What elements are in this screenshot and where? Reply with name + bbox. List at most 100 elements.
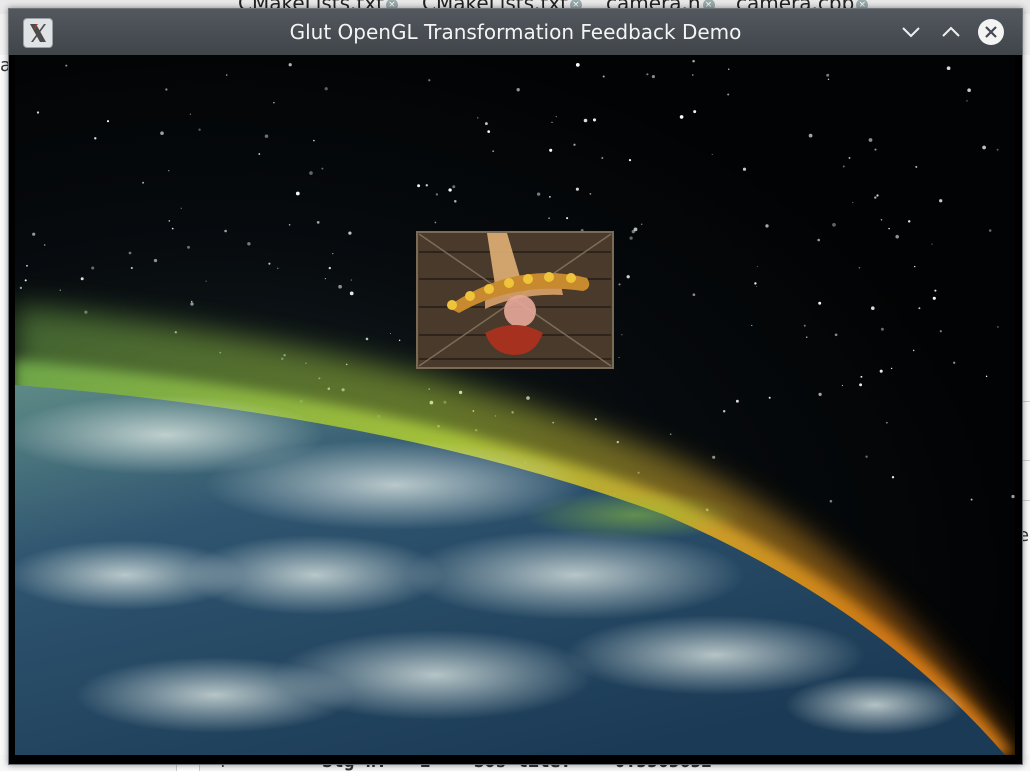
star <box>692 74 694 76</box>
star <box>912 349 915 352</box>
star <box>692 293 696 297</box>
star <box>907 220 911 223</box>
star <box>189 113 192 115</box>
star <box>91 266 95 270</box>
star <box>827 78 830 81</box>
star <box>918 307 921 310</box>
star <box>165 88 168 91</box>
star <box>756 266 758 267</box>
star <box>452 185 456 189</box>
opengl-viewport[interactable] <box>15 55 1015 755</box>
app-window[interactable]: Glut OpenGL Transformation Feedback Demo <box>8 8 1023 765</box>
star <box>842 165 845 168</box>
star <box>803 324 806 327</box>
star <box>575 63 580 67</box>
star <box>492 150 495 153</box>
star <box>549 196 551 198</box>
star <box>618 283 621 286</box>
star <box>735 399 739 403</box>
star <box>338 284 342 289</box>
star <box>434 221 437 224</box>
star <box>946 66 951 71</box>
star <box>94 137 97 140</box>
star <box>966 100 968 102</box>
star <box>180 207 182 209</box>
close-button[interactable] <box>976 17 1006 47</box>
star <box>258 153 261 155</box>
star <box>858 267 861 269</box>
star <box>205 280 207 282</box>
star <box>268 262 271 265</box>
window-title: Glut OpenGL Transformation Feedback Demo <box>289 20 742 44</box>
star <box>348 231 352 235</box>
star <box>516 88 520 92</box>
star <box>24 279 27 282</box>
star <box>628 159 632 162</box>
star <box>621 334 623 336</box>
star <box>880 327 884 331</box>
star <box>679 115 684 119</box>
star <box>313 139 315 142</box>
star <box>264 134 269 138</box>
star <box>888 227 890 230</box>
star <box>548 217 550 219</box>
window-titlebar[interactable]: Glut OpenGL Transformation Feedback Demo <box>9 9 1022 55</box>
textured-quad <box>416 231 614 369</box>
star <box>982 145 986 150</box>
star <box>841 384 843 387</box>
star <box>860 375 863 378</box>
star <box>316 221 320 224</box>
star <box>128 251 132 255</box>
star <box>876 194 879 197</box>
star <box>891 476 895 479</box>
minimize-button[interactable] <box>896 17 926 47</box>
star <box>592 118 597 122</box>
star <box>890 367 893 370</box>
star <box>765 224 769 228</box>
star <box>886 422 888 424</box>
star <box>768 396 771 399</box>
star <box>80 277 84 281</box>
star <box>817 238 821 242</box>
star <box>549 148 553 152</box>
star <box>226 74 228 76</box>
star <box>484 122 488 126</box>
star <box>939 199 943 203</box>
scene-render <box>15 55 1015 755</box>
star <box>536 192 541 196</box>
chevron-up-icon <box>942 26 960 37</box>
star <box>428 79 431 82</box>
star <box>874 196 877 199</box>
star <box>142 181 145 184</box>
star <box>44 244 46 246</box>
star <box>1011 494 1015 499</box>
star <box>868 138 873 142</box>
star <box>328 266 331 270</box>
chevron-down-icon <box>902 27 920 38</box>
star <box>288 224 291 226</box>
star <box>277 267 279 269</box>
star <box>59 289 61 291</box>
star <box>417 184 421 188</box>
star <box>865 455 868 458</box>
maximize-button[interactable] <box>936 17 966 47</box>
star <box>349 291 354 296</box>
star <box>871 306 875 310</box>
star <box>852 202 854 204</box>
star <box>880 219 883 221</box>
star <box>693 110 697 114</box>
star <box>751 324 753 326</box>
star <box>324 277 327 280</box>
star <box>19 286 23 290</box>
star <box>631 229 635 234</box>
star <box>727 93 730 96</box>
star <box>914 265 916 268</box>
star <box>692 59 695 63</box>
star <box>711 153 713 155</box>
star <box>834 333 838 337</box>
star <box>273 102 275 104</box>
star <box>435 193 439 196</box>
close-icon <box>978 19 1004 45</box>
star <box>874 148 877 151</box>
star <box>997 326 999 328</box>
